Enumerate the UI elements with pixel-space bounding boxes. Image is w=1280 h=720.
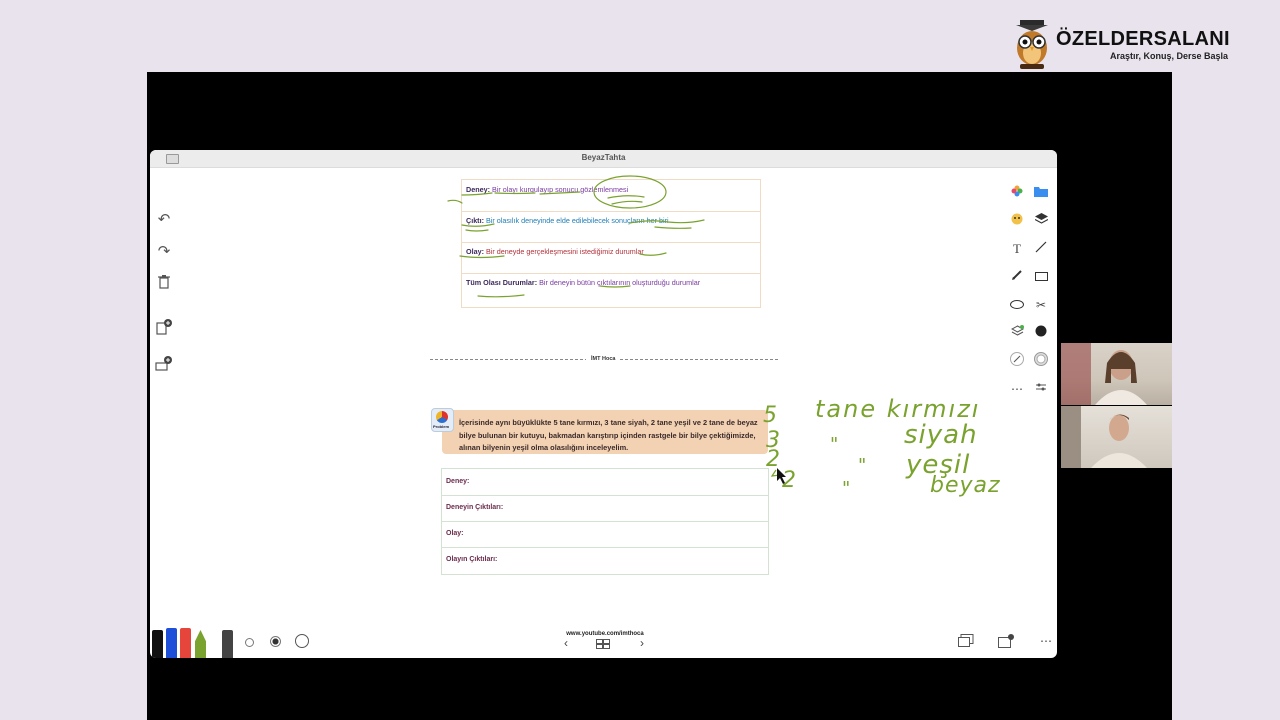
share-icon[interactable]	[998, 634, 1014, 648]
handwritten-word: siyah	[904, 420, 978, 450]
next-page-icon[interactable]: ›	[636, 636, 648, 650]
handwriting-layer: 5 3 2 2 tane kırmızı " siyah " yeşil " b…	[763, 395, 1001, 499]
blue-marker-icon[interactable]	[166, 628, 177, 658]
thin-stroke-icon[interactable]	[245, 638, 254, 647]
student-webcam	[1061, 406, 1172, 468]
black-marker-icon[interactable]	[152, 630, 163, 658]
handwritten-ditto: "	[830, 434, 838, 455]
teacher-webcam	[1061, 343, 1172, 405]
owl-mascot-icon	[1016, 20, 1048, 69]
handwritten-word: tane kırmızı	[815, 395, 980, 423]
page-grid-icon[interactable]	[596, 639, 610, 649]
more-options-icon[interactable]: ⋯	[1038, 634, 1054, 648]
brand-logo: ÖZELDERSALANI Araştır, Konuş, Derse Başl…	[1012, 18, 1242, 72]
handwritten-ditto: "	[858, 455, 866, 476]
gray-marker-icon[interactable]	[222, 630, 233, 658]
previous-page-icon[interactable]: ‹	[560, 636, 572, 650]
marker-palette	[150, 626, 240, 658]
handwritten-word: beyaz	[930, 473, 1001, 498]
handwritten-number: 2	[782, 468, 796, 493]
handwritten-number: 2	[766, 447, 780, 472]
green-marker-icon[interactable]	[195, 630, 206, 658]
duplicate-icon[interactable]	[958, 634, 974, 648]
red-marker-icon[interactable]	[180, 628, 191, 658]
handwritten-ditto: "	[842, 478, 850, 499]
handwritten-number: 5	[763, 403, 777, 428]
brand-tagline: Araştır, Konuş, Derse Başla	[1110, 51, 1229, 61]
brand-name: ÖZELDERSALANI	[1056, 28, 1230, 50]
thick-stroke-icon[interactable]	[295, 634, 309, 648]
medium-stroke-icon[interactable]	[270, 636, 281, 647]
whiteboard-window: BeyazTahta ↶ ↷ T ✂ ⋯ Deney: Bir olayı ku…	[150, 150, 1057, 658]
